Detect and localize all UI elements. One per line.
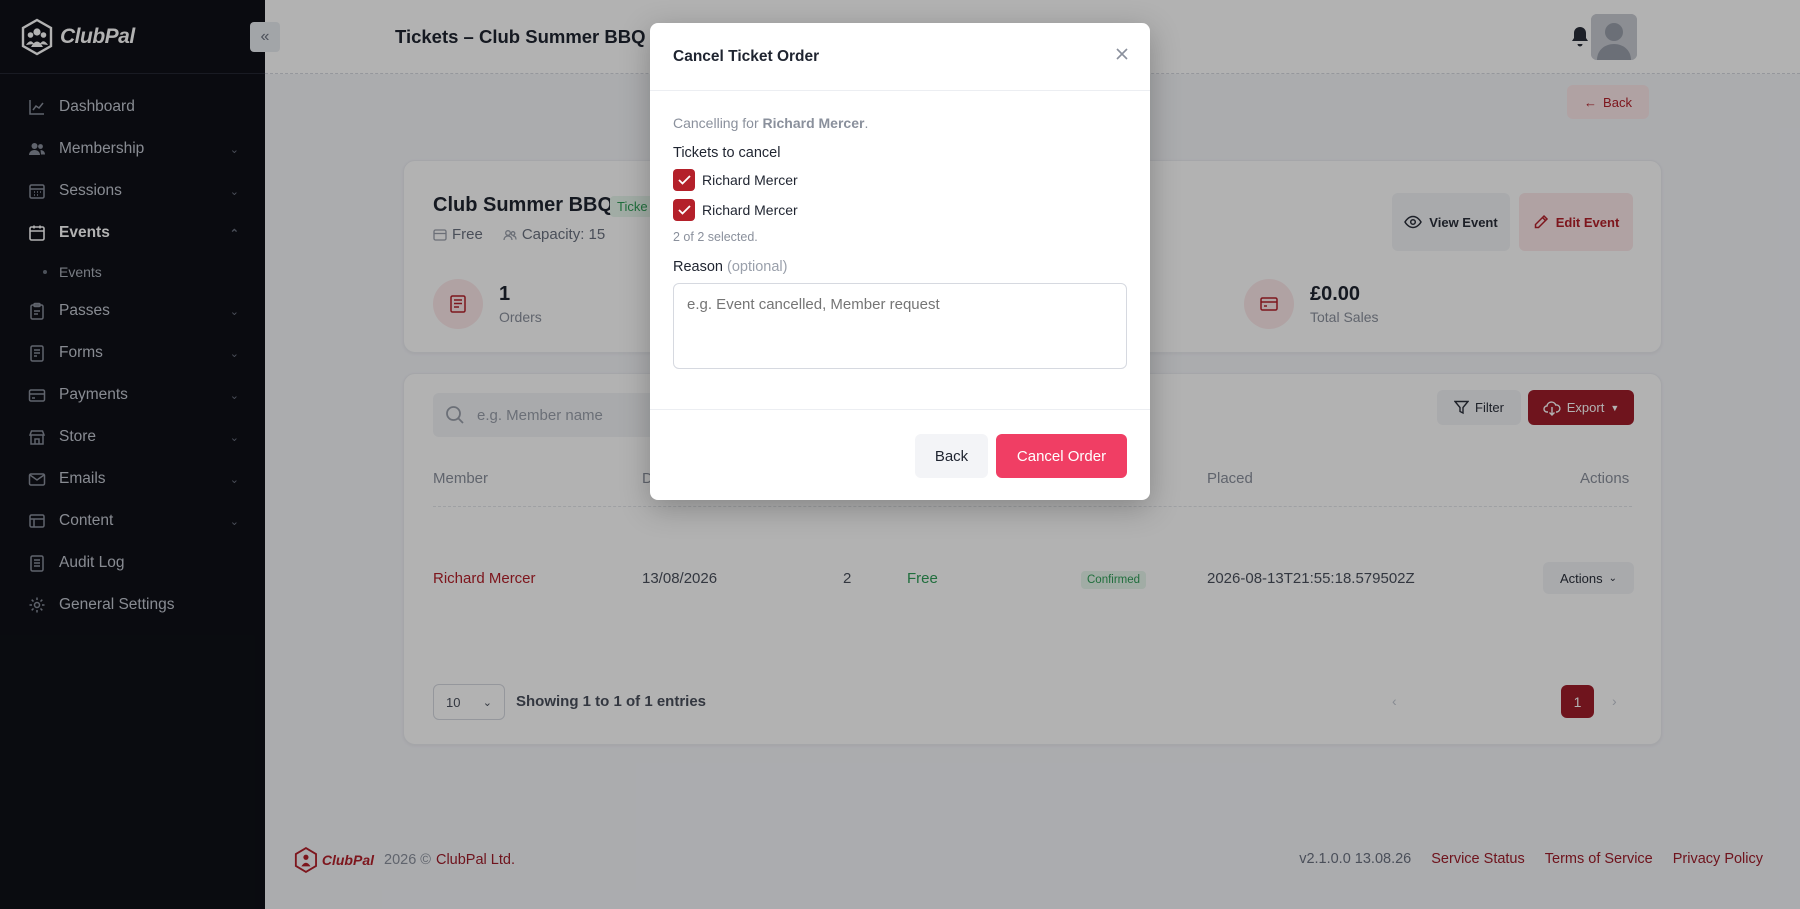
cancelling-member-name: Richard Mercer bbox=[762, 115, 865, 131]
selected-count: 2 of 2 selected. bbox=[673, 230, 758, 244]
modal-back-button[interactable]: Back bbox=[915, 434, 988, 478]
ticket-checkbox[interactable] bbox=[673, 199, 695, 221]
modal-title: Cancel Ticket Order bbox=[673, 47, 820, 65]
cancelling-prefix: Cancelling for bbox=[673, 115, 759, 131]
ticket-holder-name: Richard Mercer bbox=[702, 202, 798, 218]
tickets-to-cancel-label: Tickets to cancel bbox=[673, 145, 781, 161]
reason-optional-hint: (optional) bbox=[727, 259, 788, 275]
modal-footer: Back Cancel Order bbox=[650, 409, 1150, 500]
ticket-checkbox[interactable] bbox=[673, 169, 695, 191]
reason-textarea[interactable] bbox=[673, 283, 1127, 369]
modal-header: Cancel Ticket Order bbox=[650, 23, 1150, 91]
cancel-ticket-order-modal: Cancel Ticket Order Cancelling for Richa… bbox=[650, 23, 1150, 500]
checkmark-icon bbox=[677, 175, 691, 185]
reason-label-text: Reason bbox=[673, 259, 723, 275]
ticket-checkbox-row[interactable]: Richard Mercer bbox=[673, 169, 1127, 191]
ticket-checkbox-row[interactable]: Richard Mercer bbox=[673, 199, 1127, 221]
reason-label: Reason (optional) bbox=[673, 259, 1127, 275]
cancel-order-button[interactable]: Cancel Order bbox=[996, 434, 1127, 478]
checkmark-icon bbox=[677, 205, 691, 215]
close-icon[interactable] bbox=[1114, 46, 1130, 62]
ticket-holder-name: Richard Mercer bbox=[702, 172, 798, 188]
cancelling-suffix: . bbox=[864, 115, 869, 131]
cancelling-for-text: Cancelling for Richard Mercer. bbox=[673, 115, 1127, 131]
modal-body: Cancelling for Richard Mercer. Tickets t… bbox=[650, 91, 1150, 374]
